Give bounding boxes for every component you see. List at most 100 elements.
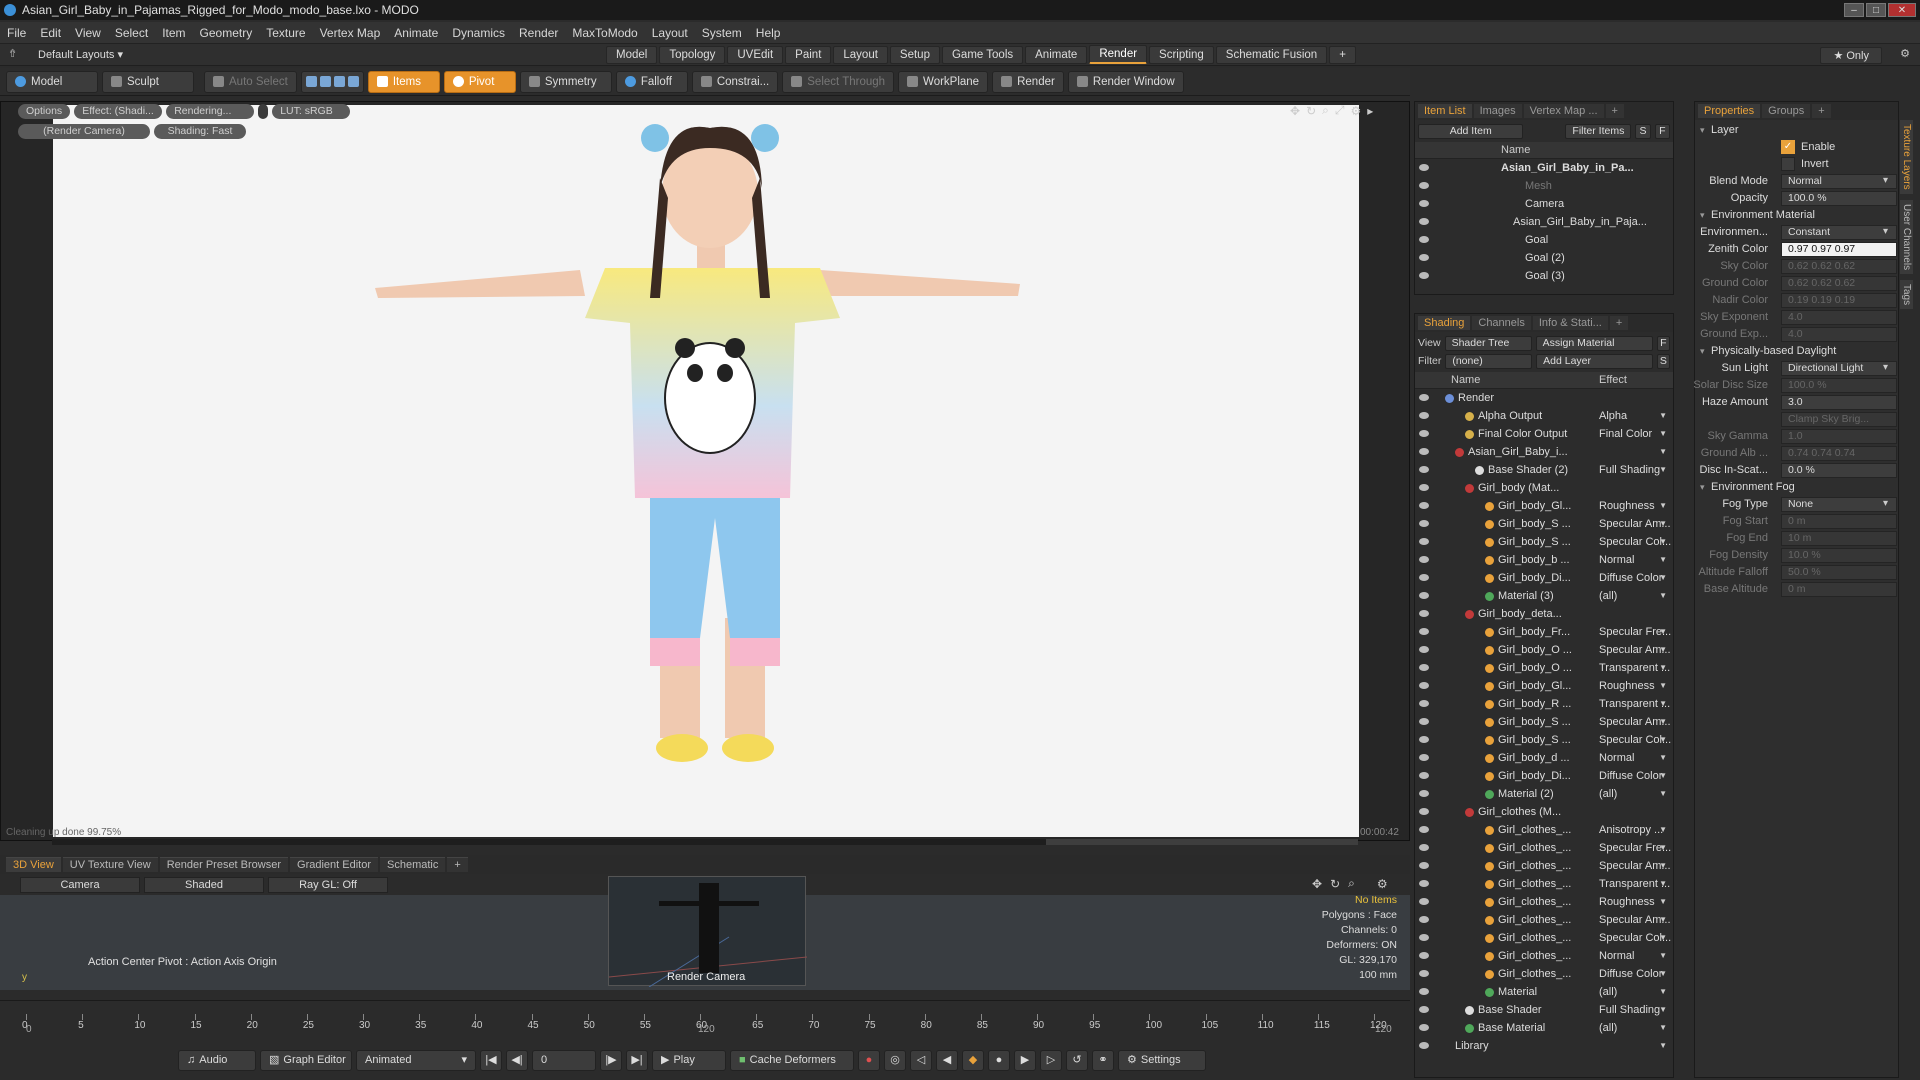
item-row[interactable]: Goal (2)	[1415, 249, 1673, 267]
environment-material-section[interactable]: Environment Material	[1695, 207, 1898, 224]
item-row[interactable]: Camera	[1415, 195, 1673, 213]
property-value[interactable]: 3.0	[1781, 395, 1897, 410]
shading-dropdown[interactable]: Shading: Fast	[154, 124, 246, 139]
itemlist-tab-2[interactable]: Vertex Map ...	[1523, 104, 1604, 118]
chevron-down-icon[interactable]: ▼	[1659, 893, 1667, 911]
material-mode-icon[interactable]	[347, 76, 359, 87]
eye-icon[interactable]	[1419, 502, 1429, 509]
shading-s-button[interactable]: S	[1656, 353, 1670, 369]
item-row[interactable]: Asian_Girl_Baby_in_Paja...	[1415, 213, 1673, 231]
eye-icon[interactable]	[1419, 1024, 1429, 1031]
tab-model[interactable]: Model	[606, 45, 658, 64]
shader-row[interactable]: Girl_clothes (M...	[1415, 803, 1673, 821]
assign-material-button[interactable]: Assign Material	[1535, 335, 1653, 351]
zoom-icon[interactable]: ⌕	[1348, 876, 1355, 891]
pivot-button[interactable]: Pivot	[443, 70, 516, 93]
add-item-button[interactable]: Add Item	[1418, 123, 1524, 139]
select-through-button[interactable]: Select Through	[782, 70, 895, 93]
shader-row[interactable]: Girl_clothes_... Anisotropy ... ▼	[1415, 821, 1673, 839]
prev-key-icon[interactable]: ◀|	[506, 1049, 528, 1071]
enable-checkbox[interactable]: ✓	[1781, 140, 1795, 154]
property-value[interactable]: 0.62 0.62 0.62	[1781, 259, 1897, 274]
chevron-down-icon[interactable]: ▼	[1659, 929, 1667, 947]
chevron-down-icon[interactable]: ▼	[1659, 407, 1667, 425]
chevron-down-icon[interactable]: ▼	[1659, 533, 1667, 551]
shading-tab-2[interactable]: Info & Stati...	[1532, 316, 1608, 330]
itemlist-tab-1[interactable]: Images	[1473, 104, 1522, 118]
chevron-down-icon[interactable]: ▾	[1883, 175, 1888, 186]
shader-row[interactable]: Girl_body_b ... Normal ▼	[1415, 551, 1673, 569]
item-row[interactable]: Goal (3)	[1415, 267, 1673, 285]
key-icon[interactable]: ◎	[884, 1049, 906, 1071]
eye-icon[interactable]	[1419, 952, 1429, 959]
eye-icon[interactable]	[1419, 1006, 1429, 1013]
shader-row[interactable]: Girl_clothes_... Specular Am... ▼	[1415, 857, 1673, 875]
effect-dropdown[interactable]: Effect: (Shadi...	[74, 104, 163, 119]
shader-row[interactable]: Girl_body_Di... Diffuse Color ▼	[1415, 767, 1673, 785]
properties-tab-1[interactable]: Groups	[1762, 104, 1811, 118]
shader-row[interactable]: Girl_body_Gl... Roughness ▼	[1415, 497, 1673, 515]
shader-row[interactable]: Material (all) ▼	[1415, 983, 1673, 1001]
tab-add[interactable]: +	[1329, 45, 1356, 64]
menu-dynamics[interactable]: Dynamics	[445, 22, 512, 44]
render-camera-dropdown[interactable]: (Render Camera)	[18, 124, 150, 139]
shader-row[interactable]: Girl_body_S ... Specular Am... ▼	[1415, 515, 1673, 533]
shader-row[interactable]: Final Color Output Final Color ▼	[1415, 425, 1673, 443]
bottom-tab-2[interactable]: Render Preset Browser	[159, 857, 289, 872]
shader-row[interactable]: Asian_Girl_Baby_i... ▼	[1415, 443, 1673, 461]
shading-tab-1[interactable]: Channels	[1472, 316, 1531, 330]
sculpt-button[interactable]: Sculpt	[102, 70, 194, 93]
shading-f-button[interactable]: F	[1656, 335, 1670, 351]
symmetry-button[interactable]: Symmetry	[519, 70, 612, 93]
workplane-button[interactable]: WorkPlane	[898, 70, 989, 93]
menu-vertex-map[interactable]: Vertex Map	[313, 22, 388, 44]
shader-row[interactable]: Girl_body_S ... Specular Col... ▼	[1415, 731, 1673, 749]
filter-dropdown[interactable]: (none)	[1445, 353, 1533, 369]
property-value[interactable]: None	[1781, 497, 1897, 512]
tab-uvedit[interactable]: UVEdit	[727, 45, 784, 64]
eye-icon[interactable]	[1419, 934, 1429, 941]
edge-mode-icon[interactable]	[319, 76, 331, 87]
chevron-down-icon[interactable]: ▼	[1659, 515, 1667, 533]
next-frame-icon[interactable]: ▷	[1040, 1049, 1062, 1071]
go-end-icon[interactable]: ▶|	[626, 1049, 648, 1071]
property-value[interactable]: 1.0	[1781, 429, 1897, 444]
menu-select[interactable]: Select	[108, 22, 155, 44]
key-next-icon[interactable]: ▶	[1014, 1049, 1036, 1071]
menu-help[interactable]: Help	[749, 22, 788, 44]
item-row[interactable]: Asian_Girl_Baby_in_Pa...	[1415, 159, 1673, 177]
shader-row[interactable]: Girl_body (Mat...	[1415, 479, 1673, 497]
eye-icon[interactable]	[1419, 772, 1429, 779]
animated-dropdown[interactable]: Animated ▾	[356, 1049, 476, 1071]
constrain-button[interactable]: Constrai...	[691, 70, 779, 93]
move-view-icon[interactable]: ✥	[1290, 104, 1300, 118]
eye-icon[interactable]	[1419, 556, 1429, 563]
eye-icon[interactable]	[1419, 646, 1429, 653]
property-value[interactable]: Constant	[1781, 225, 1897, 240]
vertex-mode-icon[interactable]	[305, 76, 317, 87]
chevron-down-icon[interactable]: ▼	[1659, 713, 1667, 731]
collapse-icon[interactable]: ⇮	[8, 47, 17, 60]
eye-icon[interactable]	[1419, 1042, 1429, 1049]
shader-row[interactable]: Girl_body_S ... Specular Am... ▼	[1415, 713, 1673, 731]
eye-icon[interactable]	[1419, 664, 1429, 671]
chevron-down-icon[interactable]: ▼	[1659, 857, 1667, 875]
menu-render[interactable]: Render	[512, 22, 565, 44]
property-value[interactable]: 10 m	[1781, 531, 1897, 546]
invert-checkbox[interactable]	[1781, 157, 1795, 171]
tab-game-tools[interactable]: Game Tools	[941, 45, 1024, 64]
viewport-gear-icon[interactable]: ⚙	[1350, 104, 1361, 118]
graph-editor-button[interactable]: ▧ Graph Editor	[260, 1049, 352, 1071]
chevron-down-icon[interactable]: ▼	[1659, 659, 1667, 677]
properties-tab-2[interactable]: +	[1812, 104, 1831, 118]
tab-schematic-fusion[interactable]: Schematic Fusion	[1215, 45, 1328, 64]
eye-icon[interactable]	[1419, 272, 1429, 279]
menu-item[interactable]: Item	[155, 22, 192, 44]
chevron-down-icon[interactable]: ▼	[1659, 965, 1667, 983]
property-value[interactable]: 0.19 0.19 0.19	[1781, 293, 1897, 308]
scrollbar-thumb[interactable]	[1046, 839, 1358, 845]
menu-file[interactable]: File	[0, 22, 33, 44]
zoom-view-icon[interactable]: ⌕	[1322, 103, 1329, 118]
frame-field[interactable]: 0	[532, 1049, 596, 1071]
render-button[interactable]: Render	[992, 70, 1064, 93]
